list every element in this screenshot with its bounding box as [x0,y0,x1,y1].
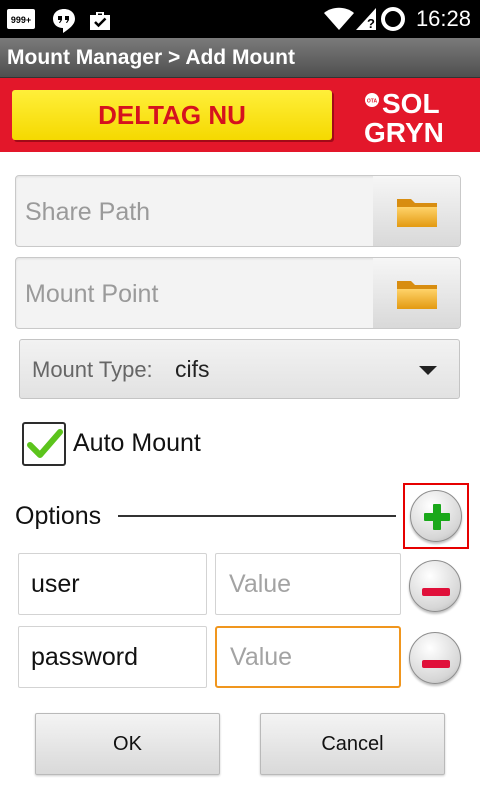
ad-cta-button[interactable]: DELTAG NU [12,90,332,140]
ok-button[interactable]: OK [35,713,220,775]
mount-point-row [15,257,461,329]
option-key-input[interactable] [18,626,207,688]
option-value-input[interactable] [215,626,401,688]
option-key-input[interactable] [18,553,207,615]
mount-type-spinner[interactable]: Mount Type: cifs [19,339,460,399]
status-bar: 999+ ? 16:28 [0,0,480,38]
solgryn-logo: OTA SOL GRYN [364,88,444,146]
hangouts-icon [52,8,76,38]
minus-icon [421,654,451,673]
ad-cta-label: DELTAG NU [98,100,246,130]
plus-icon [422,502,452,536]
minus-icon [421,582,451,601]
browse-share-path-button[interactable] [373,176,460,246]
browse-mount-point-button[interactable] [373,258,460,328]
share-path-input[interactable] [16,176,374,246]
share-path-row [15,175,461,247]
option-value-input[interactable] [215,553,401,615]
options-divider [118,515,396,517]
status-time: 16:28 [415,6,471,31]
options-label: Options [15,502,102,530]
logo-badge: OTA [367,99,378,105]
signal-icon: ? [355,7,377,35]
badge-text: 999+ [11,15,31,25]
mount-type-value: cifs [175,356,210,382]
auto-mount-checkbox[interactable]: Auto Mount [22,422,282,468]
wifi-icon [323,7,355,35]
page-title: Mount Manager > Add Mount [7,46,295,69]
remove-option-button[interactable] [409,560,461,612]
add-option-circle[interactable] [410,490,462,542]
remove-option-button[interactable] [409,632,461,684]
mount-type-label: Mount Type: [32,357,153,382]
title-bar: Mount Manager > Add Mount [0,38,480,78]
svg-text:?: ? [367,16,375,31]
dropdown-arrow-icon [419,366,437,375]
mount-point-input[interactable] [16,258,374,328]
logo-text-top: SOL [382,88,440,119]
cancel-button[interactable]: Cancel [260,713,445,775]
briefcase-check-icon [88,8,112,36]
folder-icon [395,195,439,233]
checkbox-box[interactable] [22,422,66,466]
notification-999-icon: 999+ [6,8,36,34]
add-option-button[interactable] [403,483,469,549]
battery-ring-icon [380,6,406,36]
ad-banner[interactable]: DELTAG NU OTA SOL GRYN [0,78,480,228]
folder-icon [395,277,439,315]
logo-text-bottom: GRYN [364,117,444,146]
checkmark-icon [27,426,63,466]
auto-mount-label: Auto Mount [73,429,201,457]
